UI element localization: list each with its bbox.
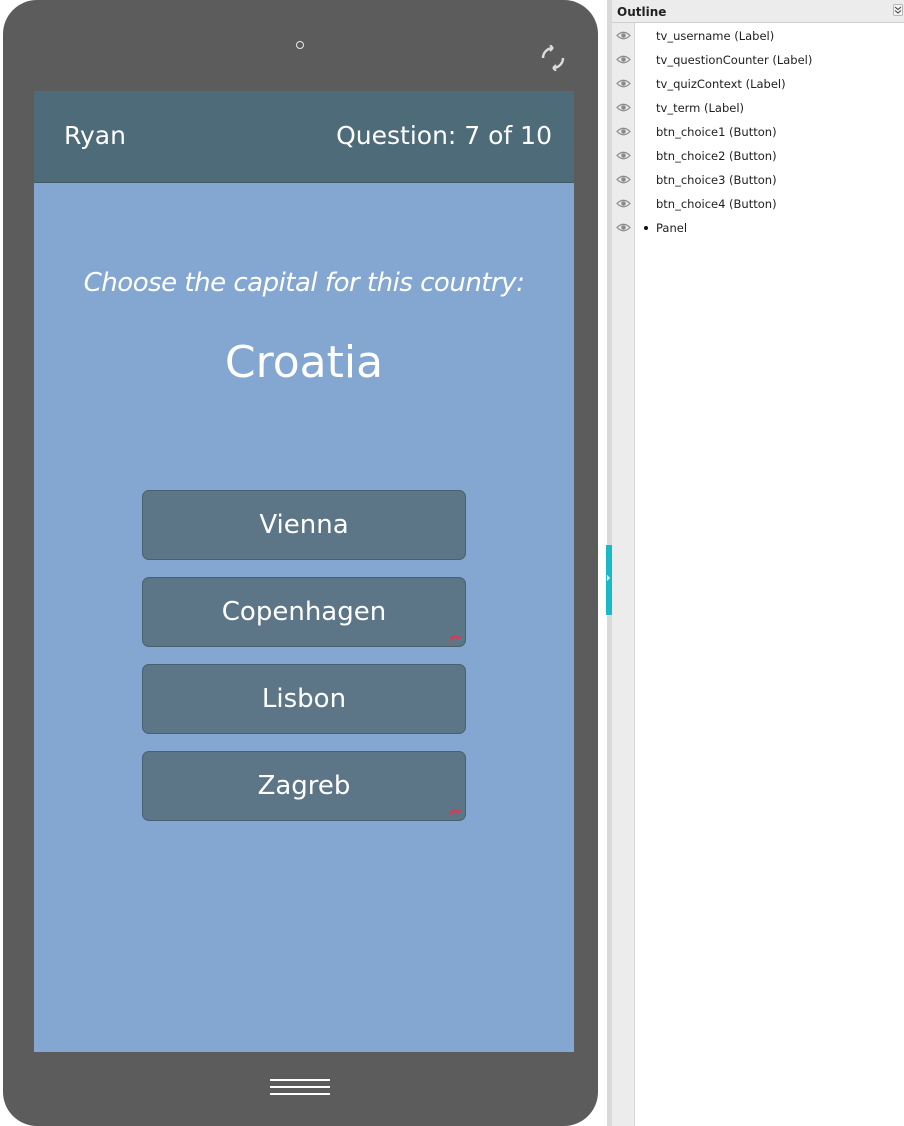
choice-button-3[interactable]: Lisbon <box>142 664 466 734</box>
bullet-icon <box>644 226 648 230</box>
outline-item[interactable]: btn_choice2 (Button) <box>612 144 904 168</box>
choice-button-label: Vienna <box>259 510 349 540</box>
eye-icon[interactable] <box>616 222 631 233</box>
choice-button-2[interactable]: Copenhagen <box>142 577 466 647</box>
choice-button-4[interactable]: Zagreb <box>142 751 466 821</box>
question-counter-label: Question: 7 of 10 <box>336 121 552 150</box>
outline-item[interactable]: tv_username (Label) <box>612 24 904 48</box>
outline-item[interactable]: btn_choice4 (Button) <box>612 192 904 216</box>
top-bar: Ryan Question: 7 of 10 <box>34 91 574 183</box>
eye-icon[interactable] <box>616 150 631 161</box>
outline-item-label: btn_choice1 (Button) <box>656 125 777 139</box>
outline-item[interactable]: tv_term (Label) <box>612 96 904 120</box>
link-icon <box>450 635 461 641</box>
eye-icon[interactable] <box>616 30 631 41</box>
eye-icon[interactable] <box>616 126 631 137</box>
collapse-button[interactable] <box>893 4 903 16</box>
choice-button-1[interactable]: Vienna <box>142 490 466 560</box>
device-frame: Ryan Question: 7 of 10 Choose the capita… <box>3 0 598 1126</box>
eye-icon[interactable] <box>616 198 631 209</box>
eye-icon[interactable] <box>616 78 631 89</box>
term-label: Croatia <box>224 337 384 388</box>
outline-item-label: tv_questionCounter (Label) <box>656 53 813 67</box>
chevron-double-down-icon <box>894 6 902 14</box>
outline-item-label: tv_term (Label) <box>656 101 745 115</box>
eye-icon[interactable] <box>616 174 631 185</box>
outline-item-label: btn_choice2 (Button) <box>656 149 777 163</box>
outline-item-label: btn_choice3 (Button) <box>656 173 777 187</box>
app-window: Ryan Question: 7 of 10 Choose the capita… <box>0 0 904 1126</box>
outline-panel: Outline tv_username (Label) tv_questionC… <box>612 0 904 1126</box>
username-label: Ryan <box>64 121 126 150</box>
link-icon <box>450 809 461 815</box>
choice-button-label: Copenhagen <box>221 597 387 627</box>
outline-title: Outline <box>617 5 667 19</box>
rotate-icon[interactable] <box>539 45 567 71</box>
camera-icon <box>296 41 304 49</box>
home-icon[interactable] <box>270 1078 330 1096</box>
outline-item-label: tv_quizContext (Label) <box>656 77 786 91</box>
outline-item-label: Panel <box>656 221 688 235</box>
eye-icon[interactable] <box>616 54 631 65</box>
outline-item-label: btn_choice4 (Button) <box>656 197 777 211</box>
outline-item-label: tv_username (Label) <box>656 29 775 43</box>
choice-button-label: Zagreb <box>257 771 351 801</box>
outline-item[interactable]: btn_choice1 (Button) <box>612 120 904 144</box>
eye-icon[interactable] <box>616 102 631 113</box>
outline-header: Outline <box>612 0 904 23</box>
panel: Ryan Question: 7 of 10 Choose the capita… <box>34 91 574 1052</box>
outline-item[interactable]: tv_questionCounter (Label) <box>612 48 904 72</box>
outline-item[interactable]: tv_quizContext (Label) <box>612 72 904 96</box>
choice-button-label: Lisbon <box>261 684 347 714</box>
outline-item[interactable]: Panel <box>612 216 904 240</box>
chevron-right-icon <box>607 575 610 581</box>
outline-item[interactable]: btn_choice3 (Button) <box>612 168 904 192</box>
quiz-context-label: Choose the capital for this country: <box>83 268 525 298</box>
